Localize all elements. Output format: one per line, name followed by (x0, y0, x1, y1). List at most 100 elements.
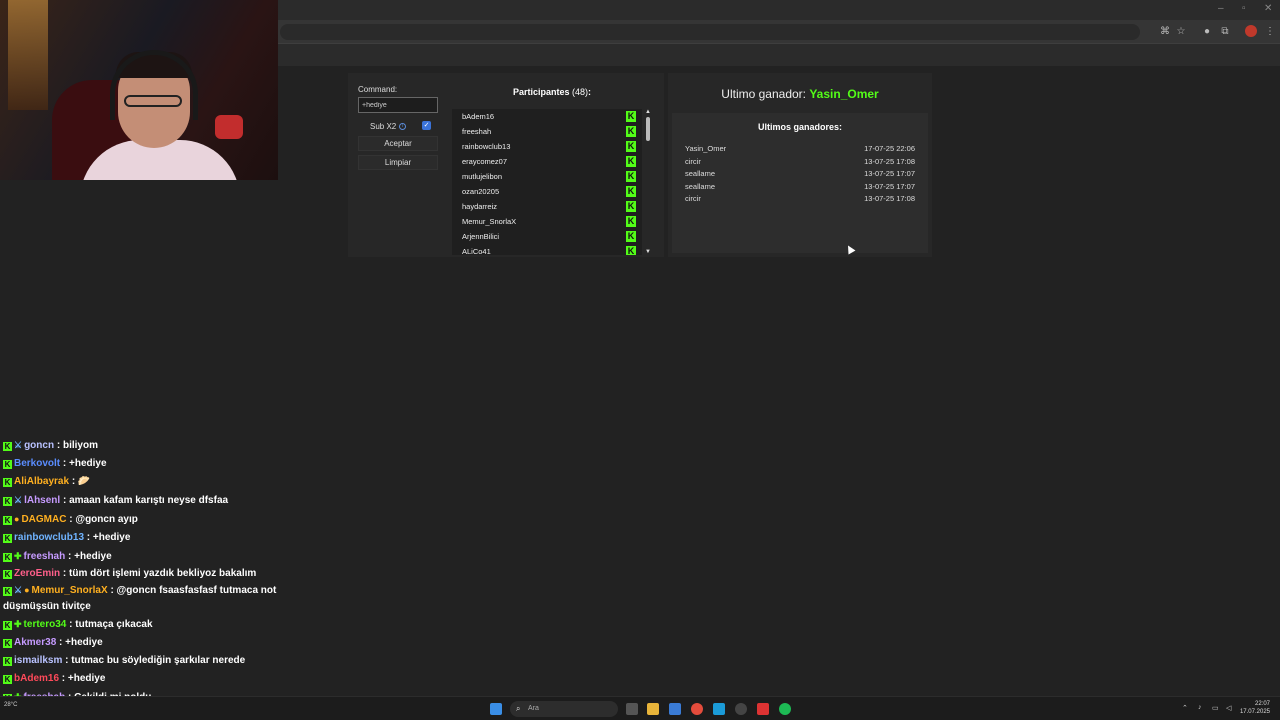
participant-row[interactable]: eraycomez07 K (452, 154, 642, 169)
chat-username[interactable]: rainbowclub13 (14, 532, 84, 543)
last-winner: Ultimo ganador: Yasin_Omer (668, 87, 932, 101)
chat-text: : +hediye (86, 532, 131, 543)
chat-username[interactable]: goncn (24, 440, 54, 451)
close-icon[interactable]: ✕ (1264, 3, 1272, 14)
participant-name: ALiCo41 (462, 247, 491, 255)
participants-list[interactable]: bAdem16 Kfreeshah Krainbowclub13 Keraycomez… (452, 109, 642, 255)
kick-badge-icon: K (3, 570, 12, 579)
chat-message: K AliAlbayrak : 🥟 (0, 473, 280, 491)
bookmark-star-icon[interactable]: ☆ (1174, 25, 1188, 39)
scroll-up-icon[interactable]: ▲ (645, 109, 651, 115)
menu-kebab-icon[interactable]: ⋮ (1263, 25, 1277, 39)
scroll-thumb[interactable] (646, 117, 650, 141)
app-red-icon[interactable] (757, 703, 769, 715)
winners-history: Ultimos ganadores: Yasin_Omer 17-07-25 22… (672, 113, 928, 253)
file-explorer-icon[interactable] (647, 703, 659, 715)
chrome-icon[interactable] (691, 703, 703, 715)
chat-username[interactable]: bAdem16 (14, 673, 59, 684)
command-label: Command: (358, 85, 398, 94)
chat-username[interactable]: ZeroEmin (14, 568, 60, 579)
participant-name: ozan20205 (462, 187, 500, 196)
address-bar[interactable] (280, 24, 1140, 40)
chat-message: K ZeroEmin : tüm dört işlemi yazdık bekli… (0, 566, 280, 582)
chat-message: Kismailksm : tutmac bu söylediğin şarkıl… (0, 652, 280, 670)
chat-username[interactable]: DAGMAC (21, 514, 66, 525)
telegram-icon[interactable] (713, 703, 725, 715)
webcam-glasses (124, 95, 182, 107)
tray-chevron-icon[interactable]: ⌃ (1182, 704, 1188, 712)
winner-history-name: seallame (685, 169, 716, 178)
winner-history-date: 13-07-25 17:07 (864, 169, 915, 178)
accept-button[interactable]: Aceptar (358, 136, 438, 151)
translate-icon[interactable]: ⌘ (1158, 25, 1172, 39)
chat-message: K ● DAGMAC : @goncn ayıp (0, 510, 280, 529)
kick-badge-icon: K (3, 587, 12, 596)
participant-row[interactable]: ArjennBilici K (452, 229, 642, 244)
puzzle-icon[interactable]: ⧉ (1218, 25, 1232, 39)
microphone-icon[interactable]: ♪ (1198, 704, 1202, 711)
subx2-label: Sub X2 i (370, 122, 407, 131)
obs-icon[interactable] (735, 703, 747, 715)
chat-text: : tutmac bu söylediğin şarkılar nerede (65, 655, 246, 666)
participant-row[interactable]: ALiCo41 K (452, 244, 642, 255)
chat-message: K Akmer38 : +hediye (0, 634, 280, 652)
subx2-checkbox[interactable]: ✓ (422, 121, 431, 130)
kick-logo-icon: K (626, 141, 636, 152)
chat-username[interactable]: Berkovolt (14, 458, 60, 469)
taskbar-clock[interactable]: 22:07 17.07.2025 (1240, 700, 1270, 716)
coin-badge-icon: ● (14, 514, 20, 524)
chat-text: : @goncn ayıp (69, 514, 138, 525)
participant-row[interactable]: haydarreiz K (452, 199, 642, 214)
participant-name: freeshah (462, 127, 492, 136)
kick-badge-icon: K (3, 657, 12, 666)
winners-history-title: Ultimos ganadores: (757, 122, 842, 132)
participant-row[interactable]: freeshah K (452, 124, 642, 139)
kick-logo-icon: K (626, 231, 636, 242)
network-icon[interactable]: ▭ (1212, 704, 1219, 712)
extension-icon[interactable]: ● (1200, 25, 1214, 39)
taskbar-search[interactable]: ⌕ Ara (510, 701, 618, 717)
chat-text: : biliyom (56, 440, 98, 451)
winner-history-date: 13-07-25 17:08 (864, 194, 915, 203)
participant-row[interactable]: bAdem16 K (452, 109, 642, 124)
copilot-icon[interactable] (669, 703, 681, 715)
participant-row[interactable]: rainbowclub13 K (452, 139, 642, 154)
weather-widget[interactable]: 28°C (4, 702, 17, 708)
chat-username[interactable]: AliAlbayrak (14, 476, 69, 487)
kick-badge-icon: K (3, 534, 12, 543)
chat-username[interactable]: Akmer38 (14, 637, 56, 648)
winner-history-row: seallame 13-07-25 17:07 (685, 169, 915, 181)
kick-badge-icon: K (3, 460, 12, 469)
info-icon[interactable]: i (399, 123, 407, 131)
windows-start-icon[interactable] (490, 703, 502, 715)
chat-username[interactable]: freeshah (24, 551, 66, 562)
taskbar-search-placeholder: Ara (528, 705, 539, 712)
clear-button[interactable]: Limpiar (358, 155, 438, 170)
chat-text: : +hediye (68, 551, 112, 562)
task-view-icon[interactable] (626, 703, 638, 715)
minimize-icon[interactable]: – (1218, 3, 1224, 14)
volume-icon[interactable]: ◁ (1226, 704, 1231, 712)
participants-scrollbar[interactable]: ▲ ▼ (644, 109, 652, 255)
chat-text: : tüm dört işlemi yazdık bekliyoz bakalı… (62, 568, 257, 579)
chat-message: Krainbowclub13 : +hediye (0, 529, 280, 547)
chat-username[interactable]: tertero34 (24, 619, 67, 630)
chat-text: : +hediye (61, 673, 106, 684)
winner-history-row: circir 13-07-25 17:08 (685, 194, 915, 206)
chat-username[interactable]: lAhsenl (24, 495, 60, 506)
participant-name: rainbowclub13 (462, 142, 511, 151)
chat-username[interactable]: Memur_SnorlaX (32, 585, 108, 596)
scroll-down-icon[interactable]: ▼ (645, 249, 651, 255)
chat-text: : +hediye (59, 637, 103, 648)
participant-row[interactable]: Memur_SnorlaX K (452, 214, 642, 229)
maximize-icon[interactable]: ▫ (1242, 3, 1246, 14)
participant-name: Memur_SnorlaX (462, 217, 517, 226)
participant-row[interactable]: ozan20205 K (452, 184, 642, 199)
profile-avatar-icon[interactable] (1245, 25, 1257, 37)
chat-text: : 🥟 (71, 476, 91, 487)
chat-username[interactable]: ismailksm (14, 655, 62, 666)
participant-row[interactable]: mutlujelibon K (452, 169, 642, 184)
command-input[interactable] (358, 97, 438, 113)
spotify-icon[interactable] (779, 703, 791, 715)
kick-logo-icon: K (626, 171, 636, 182)
